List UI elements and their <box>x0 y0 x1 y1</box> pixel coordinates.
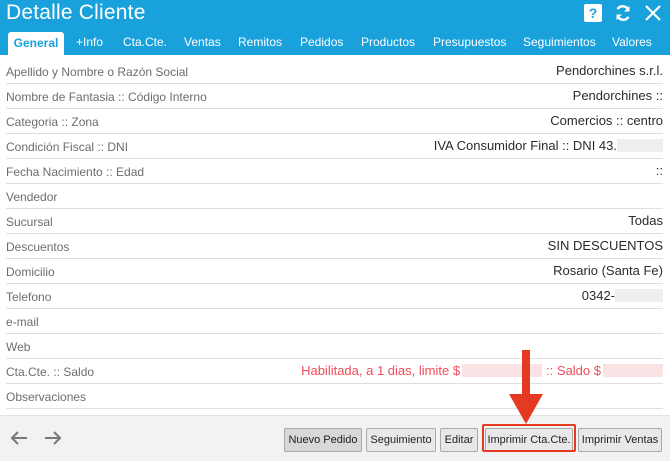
tab-valores[interactable]: Valores <box>612 31 652 55</box>
field-label: Condición Fiscal :: DNI <box>6 140 129 154</box>
seguimiento-button[interactable]: Seguimiento <box>366 428 436 452</box>
field-row-nombre-fantasia: Nombre de Fantasia :: Código Interno Pen… <box>6 84 663 109</box>
tab-productos[interactable]: Productos <box>361 31 415 55</box>
field-row-web: Web <box>6 334 663 359</box>
field-label: Telefono <box>6 290 52 304</box>
imprimir-ventas-button[interactable]: Imprimir Ventas <box>578 428 662 452</box>
field-row-condicion-fiscal: Condición Fiscal :: DNI IVA Consumidor F… <box>6 134 663 159</box>
field-value-saldo: :: Saldo $ <box>546 363 601 378</box>
header-icons: ? <box>582 2 664 24</box>
tab-general[interactable]: General <box>8 32 64 56</box>
field-label: Vendedor <box>6 190 58 204</box>
field-value: IVA Consumidor Final :: DNI 43. <box>433 138 617 153</box>
field-row-observaciones: Observaciones <box>6 384 663 409</box>
field-label: Nombre de Fantasia :: Código Interno <box>6 90 207 104</box>
field-value: Todas <box>628 213 663 228</box>
field-value-wrap: Habilitada, a 1 dias, limite $:: Saldo $ <box>301 363 663 378</box>
field-label: Descuentos <box>6 240 70 254</box>
field-value-wrap: IVA Consumidor Final :: DNI 43. <box>434 138 663 153</box>
help-icon[interactable]: ? <box>582 2 604 24</box>
redacted-block <box>617 139 663 152</box>
field-row-domicilio: Domicilio Rosario (Santa Fe) <box>6 259 663 284</box>
tab-info[interactable]: +Info <box>76 31 103 55</box>
redacted-block <box>615 289 663 302</box>
nuevo-pedido-button[interactable]: Nuevo Pedido <box>284 428 362 452</box>
window-header: Detalle Cliente ? General +Info Cta.Cte.… <box>0 0 670 56</box>
field-row-razon-social: Apellido y Nombre o Razón Social Pendorc… <box>6 59 663 84</box>
tab-cta-cte[interactable]: Cta.Cte. <box>123 31 167 55</box>
field-row-telefono: Telefono 0342- <box>6 284 663 309</box>
field-row-categoria: Categoria :: Zona Comercios :: centro <box>6 109 663 134</box>
highlight-box <box>482 424 576 452</box>
field-label: Domicilio <box>6 265 55 279</box>
field-row-descuentos: Descuentos SIN DESCUENTOS <box>6 234 663 259</box>
tab-remitos[interactable]: Remitos <box>238 31 282 55</box>
forward-arrow-icon[interactable] <box>42 427 64 449</box>
tab-bar: General +Info Cta.Cte. Ventas Remitos Pe… <box>0 31 670 56</box>
tab-pedidos[interactable]: Pedidos <box>300 31 343 55</box>
annotation-arrow-icon <box>509 350 543 424</box>
tab-ventas[interactable]: Ventas <box>184 31 221 55</box>
field-value-wrap: 0342- <box>582 288 663 303</box>
tab-seguimientos[interactable]: Seguimientos <box>523 31 596 55</box>
field-label: Web <box>6 340 31 354</box>
field-label: Apellido y Nombre o Razón Social <box>6 65 189 79</box>
field-label: Categoria :: Zona <box>6 115 99 129</box>
field-value: :: <box>655 163 663 178</box>
back-arrow-icon[interactable] <box>8 427 30 449</box>
field-row-email: e-mail <box>6 309 663 334</box>
close-icon[interactable] <box>642 2 664 24</box>
field-label: Sucursal <box>6 215 53 229</box>
field-label: Observaciones <box>6 390 87 404</box>
field-row-vendedor: Vendedor <box>6 184 663 209</box>
field-value: Pendorchines :: <box>572 88 663 103</box>
editar-button[interactable]: Editar <box>440 428 478 452</box>
field-row-cta-cte-saldo: Cta.Cte. :: Saldo Habilitada, a 1 dias, … <box>6 359 663 384</box>
refresh-icon[interactable] <box>612 2 634 24</box>
field-value: Pendorchines s.r.l. <box>556 63 663 78</box>
redacted-block <box>603 364 663 377</box>
field-label: Cta.Cte. :: Saldo <box>6 365 95 379</box>
field-row-sucursal: Sucursal Todas <box>6 209 663 234</box>
field-value: SIN DESCUENTOS <box>547 238 663 253</box>
field-label: Fecha Nacimiento :: Edad <box>6 165 145 179</box>
field-label: e-mail <box>6 315 39 329</box>
field-value: Rosario (Santa Fe) <box>553 263 663 278</box>
field-value: Comercios :: centro <box>550 113 663 128</box>
field-value: 0342- <box>581 288 615 303</box>
tab-presupuestos[interactable]: Presupuestos <box>433 31 506 55</box>
window-title: Detalle Cliente <box>6 1 146 24</box>
field-row-fecha-nacimiento: Fecha Nacimiento :: Edad :: <box>6 159 663 184</box>
field-value-credit: Habilitada, a 1 dias, limite $ <box>301 363 461 378</box>
